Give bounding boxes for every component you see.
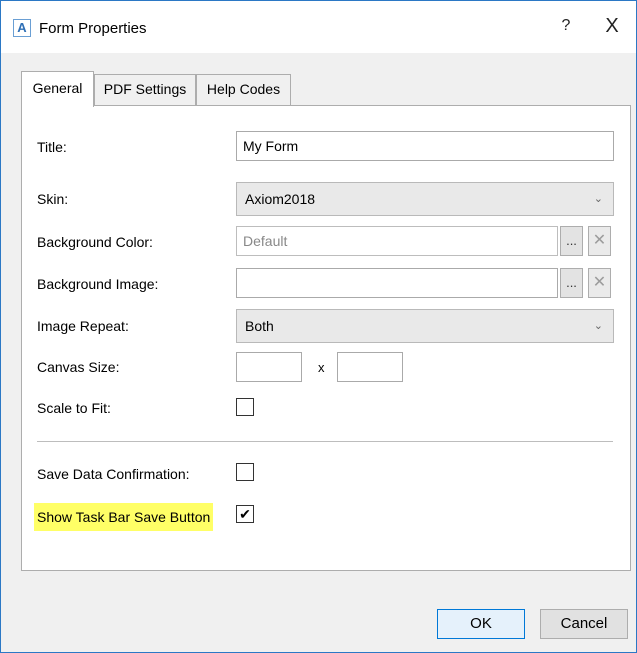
canvas-size-separator: x [318, 360, 325, 375]
form-properties-dialog: A Form Properties ? X General PDF Settin… [0, 0, 637, 653]
skin-label: Skin: [37, 191, 69, 207]
title-input[interactable]: My Form [236, 131, 614, 161]
tab-help-codes[interactable]: Help Codes [196, 74, 291, 105]
chevron-down-icon: ⌄ [593, 320, 603, 332]
help-button[interactable]: ? [557, 17, 575, 39]
image-repeat-select[interactable]: Both ⌄ [236, 309, 614, 343]
background-image-label: Background Image: [37, 276, 159, 292]
checkmark-icon: ✔ [239, 506, 251, 522]
scale-to-fit-checkbox[interactable] [236, 398, 254, 416]
image-repeat-select-value: Both [245, 318, 274, 334]
ok-button[interactable]: OK [437, 609, 525, 639]
cancel-button[interactable]: Cancel [540, 609, 628, 639]
show-task-bar-save-button-checkbox[interactable]: ✔ [236, 505, 254, 523]
divider [37, 441, 613, 442]
canvas-width-input[interactable] [236, 352, 302, 382]
window-title: Form Properties [39, 20, 147, 37]
title-label: Title: [37, 139, 67, 155]
background-color-input[interactable]: Default [236, 226, 558, 256]
tab-pdf-settings[interactable]: PDF Settings [94, 74, 196, 105]
canvas-size-label: Canvas Size: [37, 359, 120, 375]
close-button[interactable]: X [601, 15, 623, 39]
background-image-browse-button[interactable]: ... [560, 268, 583, 298]
background-image-input[interactable] [236, 268, 558, 298]
background-image-clear-icon[interactable]: ✕ [588, 268, 611, 298]
scale-to-fit-label: Scale to Fit: [37, 400, 111, 416]
background-color-browse-button[interactable]: ... [560, 226, 583, 256]
title-bar: A Form Properties ? X [1, 1, 636, 53]
skin-select-value: Axiom2018 [245, 191, 316, 207]
save-data-confirmation-checkbox[interactable] [236, 463, 254, 481]
show-task-bar-save-button-label: Show Task Bar Save Button [34, 503, 214, 531]
skin-select[interactable]: Axiom2018 ⌄ [236, 182, 614, 216]
general-tab-panel: Title: My Form Skin: Axiom2018 ⌄ Backgro… [21, 105, 631, 571]
background-color-clear-icon[interactable]: ✕ [588, 226, 611, 256]
background-color-label: Background Color: [37, 234, 153, 250]
tab-general[interactable]: General [21, 71, 94, 107]
save-data-confirmation-label: Save Data Confirmation: [37, 466, 190, 482]
app-icon: A [13, 19, 31, 37]
chevron-down-icon: ⌄ [593, 193, 603, 205]
canvas-height-input[interactable] [337, 352, 403, 382]
image-repeat-label: Image Repeat: [37, 318, 129, 334]
